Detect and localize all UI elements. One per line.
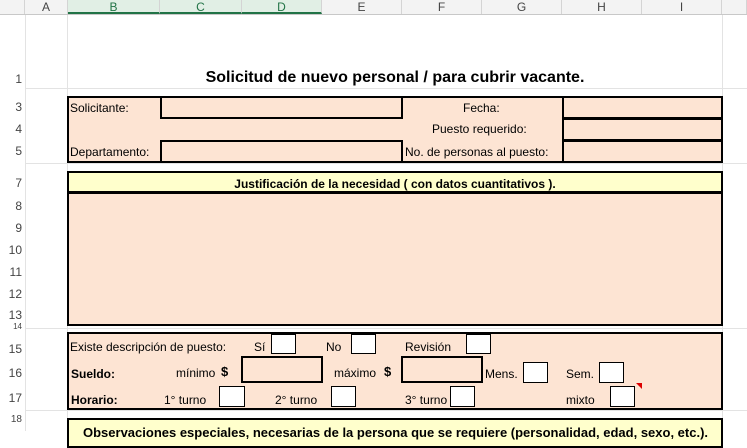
observaciones-label: Observaciones especiales, necesarias de …: [83, 425, 709, 440]
mens-checkbox[interactable]: [523, 362, 548, 383]
departamento-field[interactable]: [160, 140, 403, 163]
grid-line: [0, 88, 747, 89]
row-header[interactable]: 9: [0, 221, 22, 235]
solicitante-label: Solicitante:: [70, 101, 129, 115]
dollar-max-label: $: [384, 364, 392, 379]
comment-indicator-icon[interactable]: [636, 383, 642, 389]
turno3-label: 3° turno: [405, 393, 448, 407]
sueldo-min-field[interactable]: [241, 356, 323, 383]
turno1-checkbox[interactable]: [219, 386, 245, 407]
column-header-f[interactable]: F: [402, 0, 482, 14]
row-header[interactable]: 3: [0, 100, 22, 114]
maximo-label: máximo: [334, 366, 377, 380]
puesto-field[interactable]: [562, 118, 723, 141]
minimo-label: mínimo: [176, 366, 216, 380]
mens-label: Mens.: [485, 367, 518, 381]
sueldo-label: Sueldo:: [71, 367, 115, 381]
personas-field[interactable]: [562, 140, 723, 163]
row-header[interactable]: 8: [0, 199, 22, 213]
turno3-checkbox[interactable]: [450, 386, 475, 407]
si-checkbox[interactable]: [271, 334, 296, 354]
row-header[interactable]: 4: [0, 122, 22, 136]
grid-line: [0, 163, 747, 164]
row-header-bar: 1 3 4 5 7 8 9 10 11 12 13 14 15 16 17 18: [0, 15, 25, 431]
row-header[interactable]: 7: [0, 176, 22, 190]
sem-label: Sem.: [566, 367, 595, 381]
grid-line: [0, 328, 747, 329]
observaciones-header: Observaciones especiales, necesarias de …: [67, 418, 723, 448]
mixto-label: mixto: [566, 393, 595, 407]
column-header-c[interactable]: C: [160, 0, 242, 14]
mixto-checkbox[interactable]: [610, 386, 635, 407]
row-header[interactable]: 17: [0, 391, 22, 405]
row-header[interactable]: 15: [0, 342, 22, 356]
turno2-checkbox[interactable]: [331, 386, 356, 407]
row-header[interactable]: 10: [0, 243, 22, 257]
turno1-label: 1° turno: [164, 393, 207, 407]
column-header-i[interactable]: I: [642, 0, 722, 14]
fecha-field[interactable]: [562, 96, 723, 119]
si-label: Sí: [254, 340, 266, 354]
row-header[interactable]: 18: [0, 414, 22, 425]
column-header-g[interactable]: G: [482, 0, 562, 14]
row-header[interactable]: 12: [0, 287, 22, 301]
row-header[interactable]: 11: [0, 265, 22, 279]
no-label: No: [326, 340, 342, 354]
justificacion-label: Justificación de la necesidad ( con dato…: [234, 177, 556, 191]
no-checkbox[interactable]: [351, 334, 376, 354]
sem-checkbox[interactable]: [599, 362, 624, 383]
row-header[interactable]: 14: [0, 322, 22, 331]
grid-line: [0, 410, 747, 411]
select-all-corner[interactable]: [0, 0, 25, 14]
solicitante-field[interactable]: [160, 96, 403, 119]
sueldo-max-field[interactable]: [401, 356, 483, 383]
turno2-label: 2° turno: [275, 393, 318, 407]
column-header-d[interactable]: D: [242, 0, 322, 14]
horario-label: Horario:: [71, 393, 118, 407]
puesto-label: Puesto requerido:: [432, 122, 527, 136]
column-header-h[interactable]: H: [562, 0, 642, 14]
departamento-label: Departamento:: [70, 145, 150, 159]
row-header[interactable]: 5: [0, 144, 22, 158]
column-header-bar: A B C D E F G H I: [0, 0, 747, 15]
column-header-e[interactable]: E: [322, 0, 402, 14]
justificacion-textarea[interactable]: [67, 192, 723, 326]
personas-label: No. de personas al puesto:: [405, 145, 549, 159]
column-header-j[interactable]: [722, 0, 747, 14]
column-header-b[interactable]: B: [68, 0, 160, 14]
row-header[interactable]: 1: [0, 72, 22, 86]
grid-line: [25, 15, 26, 431]
row-header[interactable]: 16: [0, 366, 22, 380]
row-header[interactable]: 13: [0, 308, 22, 322]
revision-checkbox[interactable]: [466, 334, 491, 354]
dollar-min-label: $: [221, 364, 229, 379]
fecha-label: Fecha:: [463, 101, 500, 115]
revision-label: Revisión: [405, 340, 452, 354]
existe-label: Existe descripción de puesto:: [70, 340, 227, 354]
column-header-a[interactable]: A: [25, 0, 68, 14]
page-title: Solicitud de nuevo personal / para cubri…: [205, 69, 585, 86]
